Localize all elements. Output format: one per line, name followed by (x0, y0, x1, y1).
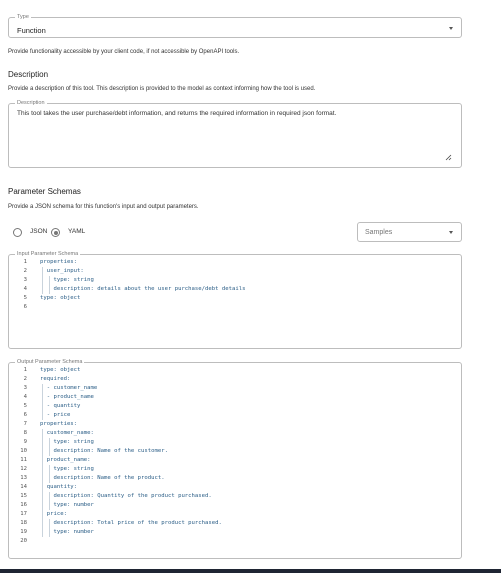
chevron-down-icon (449, 231, 453, 234)
line-number: 8 (23, 430, 27, 436)
indent-guide (42, 528, 43, 537)
indent-guide (42, 267, 43, 276)
description-textarea[interactable]: Description This tool takes the user pur… (8, 99, 462, 168)
code-line: - product_name (40, 394, 94, 400)
code-line: - customer_name (40, 385, 98, 391)
indent-guide (42, 501, 43, 510)
indent-guide (42, 519, 43, 528)
line-number: 10 (20, 448, 27, 454)
output-schema-legend: Output Parameter Schema (15, 358, 85, 366)
code-line: quantity: (40, 484, 78, 490)
line-number: 5 (23, 403, 27, 409)
line-number: 14 (20, 484, 27, 490)
line-number: 5 (23, 295, 27, 301)
indent-guide (42, 438, 43, 447)
description-value: This tool takes the user purchase/debt i… (17, 110, 337, 117)
type-help-text: Provide functionality accessible by your… (8, 49, 240, 55)
line-number: 16 (20, 502, 27, 508)
code-line: - price (40, 412, 71, 418)
line-number: 7 (23, 421, 27, 427)
indent-guide (48, 501, 50, 510)
line-number: 12 (20, 466, 27, 472)
line-number: 13 (20, 475, 27, 481)
line-number: 2 (23, 268, 27, 274)
indent-guide (42, 456, 43, 465)
indent-guide (48, 528, 50, 537)
type-select-legend: Type (15, 13, 31, 21)
code-line: properties: (40, 421, 78, 427)
json-radio-label[interactable]: JSON (30, 228, 47, 235)
line-number: 1 (23, 367, 27, 373)
output-schema-editor[interactable]: Output Parameter Schema 1 type: object 2 re… (8, 358, 462, 559)
line-number: 6 (23, 304, 27, 310)
bottom-bar (0, 569, 501, 573)
code-line: price: (40, 511, 67, 517)
parameter-schemas-heading: Parameter Schemas (8, 187, 81, 196)
indent-guide (48, 276, 50, 285)
resize-handle-icon[interactable] (445, 154, 452, 161)
indent-guide (42, 483, 43, 492)
type-select[interactable]: Type Function (8, 13, 462, 38)
indent-guide (42, 465, 43, 474)
indent-guide (48, 285, 50, 294)
line-number: 3 (23, 385, 27, 391)
line-number: 4 (23, 394, 27, 400)
code-line: description: Total price of the product … (40, 520, 222, 526)
indent-guide (42, 474, 43, 483)
line-number: 11 (20, 457, 27, 463)
description-heading: Description (8, 70, 49, 79)
indent-guide (48, 519, 50, 528)
code-line: description: Name of the product. (40, 475, 165, 481)
code-line: - quantity (40, 403, 81, 409)
line-number: 18 (20, 520, 27, 526)
line-number: 9 (23, 439, 27, 445)
indent-guide (42, 285, 43, 294)
yaml-radio-label[interactable]: YAML (68, 228, 85, 235)
indent-guide (42, 411, 43, 420)
indent-guide (42, 447, 43, 456)
code-line: user_input: (40, 268, 84, 274)
code-line: description: Name of the customer. (40, 448, 168, 454)
line-number: 3 (23, 277, 27, 283)
input-schema-editor[interactable]: Input Parameter Schema 1 properties: 2 use… (8, 250, 462, 349)
line-number: 20 (20, 538, 27, 544)
code-line: description: Quantity of the product pur… (40, 493, 212, 499)
indent-guide (42, 402, 43, 411)
indent-guide (42, 393, 43, 402)
indent-guide (48, 492, 50, 501)
code-line: type: object (40, 295, 81, 301)
indent-guide (42, 384, 43, 393)
samples-select[interactable]: Samples (357, 222, 462, 242)
indent-guide (48, 447, 50, 456)
code-line: product_name: (40, 457, 91, 463)
chevron-down-icon (449, 27, 453, 30)
json-radio[interactable] (13, 228, 22, 237)
indent-guide (42, 510, 43, 519)
code-line: required: (40, 376, 71, 382)
samples-select-placeholder: Samples (365, 229, 393, 236)
code-line: customer_name: (40, 430, 94, 436)
type-select-value: Function (17, 26, 46, 35)
parameter-schemas-help-text: Provide a JSON schema for this function'… (8, 204, 199, 210)
indent-guide (42, 276, 43, 285)
description-legend: Description (15, 99, 47, 107)
code-line: description: details about the user purc… (40, 286, 246, 292)
yaml-radio[interactable] (51, 228, 60, 237)
indent-guide (48, 438, 50, 447)
input-schema-legend: Input Parameter Schema (15, 250, 81, 258)
line-number: 15 (20, 493, 27, 499)
line-number: 2 (23, 376, 27, 382)
line-number: 19 (20, 529, 27, 535)
indent-guide (42, 492, 43, 501)
line-number: 6 (23, 412, 27, 418)
code-line: properties: (40, 259, 78, 265)
description-help-text: Provide a description of this tool. This… (8, 86, 316, 92)
line-number: 17 (20, 511, 27, 517)
indent-guide (48, 465, 50, 474)
line-number: 1 (23, 259, 27, 265)
code-line: type: object (40, 367, 81, 373)
line-number: 4 (23, 286, 27, 292)
indent-guide (42, 429, 43, 438)
indent-guide (48, 474, 50, 483)
